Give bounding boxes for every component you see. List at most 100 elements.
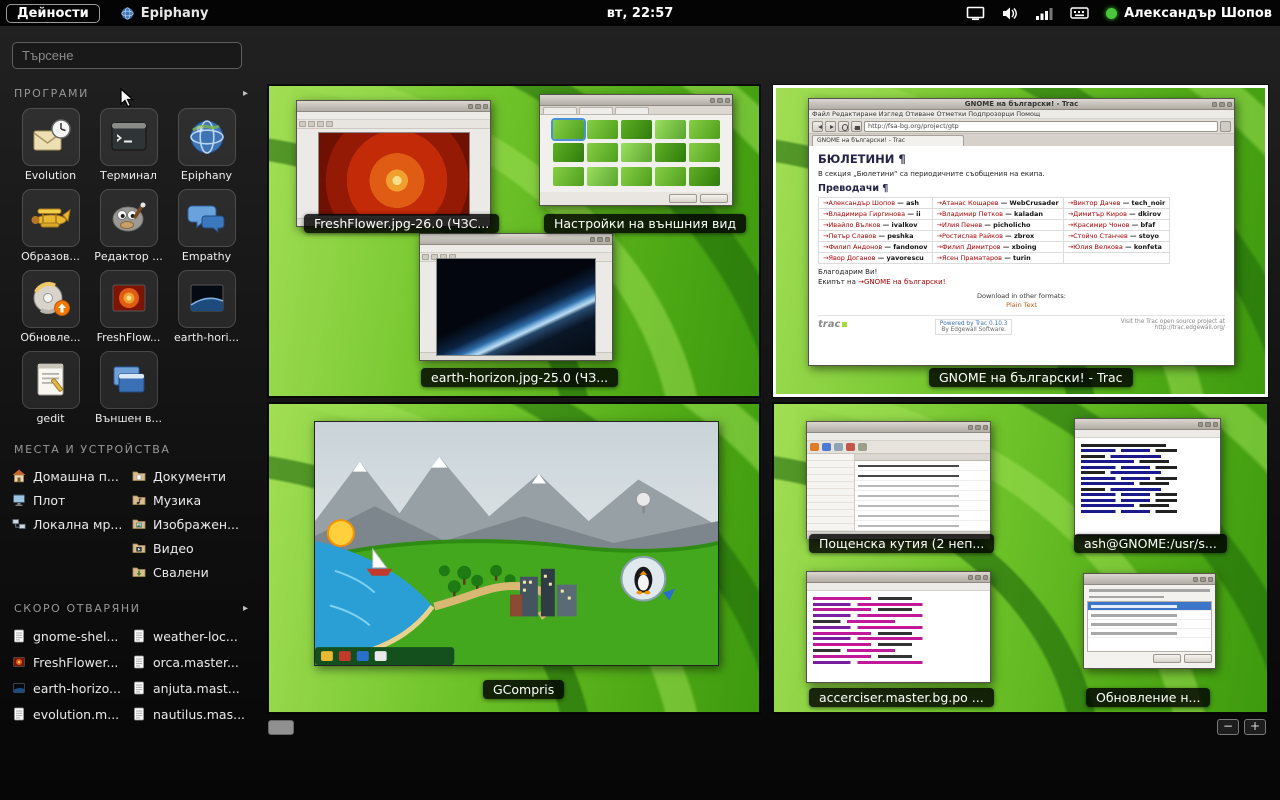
recent-header: СКОРО ОТВАРЯНИ ▸ — [14, 602, 248, 615]
trac-powered: Powered by Trac 0.10.3 By Edgewall Softw… — [935, 319, 1013, 335]
app-item-terminal[interactable]: Терминал — [90, 108, 167, 182]
workspace-controls: − + — [1217, 719, 1266, 735]
recent-item[interactable]: earth-horizo... — [12, 675, 128, 701]
workspace-remove-button[interactable]: − — [1217, 719, 1239, 735]
app-item-evolution[interactable]: Evolution — [12, 108, 89, 182]
workspace-4-thumbnail[interactable]: Пощенска кутия (2 неп... ash@GNOME:/usr/… — [773, 403, 1268, 713]
app-label: Редактор ... — [94, 250, 163, 263]
username: Александър Шопов — [1124, 6, 1272, 21]
app-item-software-update[interactable]: Обновле... — [12, 270, 89, 344]
app-menu-button[interactable]: Epiphany — [120, 6, 209, 21]
download-plaintext-link: Plain Text — [818, 301, 1225, 309]
text-file-icon — [132, 681, 146, 695]
documents-folder-icon — [132, 469, 146, 483]
recent-item[interactable]: evolution.m... — [12, 701, 128, 727]
app-item-earth-horizon[interactable]: earth-hori... — [168, 270, 245, 344]
recent-item[interactable]: nautilus.mas... — [132, 701, 252, 727]
translator-cell: →Димитър Киров — dkirov — [1063, 209, 1170, 220]
translator-cell: →Красимир Чонов — bfaf — [1063, 220, 1170, 231]
search-input[interactable] — [12, 42, 242, 69]
window-label-mail: Пощенска кутия (2 неп... — [809, 534, 994, 553]
workspace-indicator[interactable] — [268, 720, 294, 735]
recent-item[interactable]: orca.master... — [132, 649, 252, 675]
workspace-3-thumbnail[interactable]: GCompris — [268, 403, 760, 713]
translator-cell: →Ясен Праматаров — turin — [932, 253, 1063, 264]
place-item-home[interactable]: Домашна п... — [12, 464, 128, 488]
places-header: МЕСТА И УСТРОЙСТВА — [14, 443, 248, 456]
translator-cell: →Александър Шопов — ash — [819, 198, 933, 209]
window-appearance-preferences[interactable] — [539, 94, 733, 206]
window-label-trac: GNOME на български! - Trac — [929, 368, 1133, 387]
place-label: Домашна п... — [33, 469, 119, 484]
recent-item[interactable]: FreshFlower... — [12, 649, 128, 675]
volume-icon[interactable] — [1002, 6, 1019, 21]
app-item-appearance[interactable]: Външен в... — [90, 351, 167, 425]
recent-item[interactable]: anjuta.mast... — [132, 675, 252, 701]
recent-item[interactable]: weather-loc... — [132, 623, 252, 649]
app-item-education[interactable]: Образов... — [12, 189, 89, 263]
window-titlebar — [1075, 419, 1220, 430]
network-signal-icon[interactable] — [1036, 6, 1053, 21]
app-grid: Evolution Терминал Ep — [12, 108, 252, 425]
place-label: Документи — [153, 469, 226, 484]
app-item-image-editor[interactable]: Редактор ... — [90, 189, 167, 263]
window-software-update[interactable] — [1083, 573, 1216, 669]
window-eog-freshflower[interactable] — [296, 100, 491, 227]
window-gcompris[interactable] — [314, 421, 719, 666]
window-evolution-mail[interactable] — [806, 421, 991, 539]
recent-label: FreshFlower... — [33, 655, 118, 670]
dash-sidebar: ПРОГРАМИ ▸ Evolution — [0, 26, 260, 800]
videos-folder-icon — [132, 541, 146, 555]
window-eog-earth-horizon[interactable] — [419, 233, 613, 361]
browser-tabbar: GNOME на български! - Trac — [809, 134, 1234, 146]
place-item-music[interactable]: Музика — [132, 488, 252, 512]
window-terminal-ash[interactable] — [1074, 418, 1221, 536]
app-label: Empathy — [182, 250, 231, 263]
translator-cell: →Виктор Дачев — tech_noir — [1063, 198, 1170, 209]
user-menu-button[interactable]: Александър Шопов — [1106, 6, 1272, 21]
app-item-empathy[interactable]: Empathy — [168, 189, 245, 263]
recent-expander-icon[interactable]: ▸ — [243, 603, 248, 614]
workspace-1-thumbnail[interactable]: FreshFlower.jpg-26.0 (ЧЗС... Настройки н… — [268, 85, 760, 397]
back-icon — [812, 121, 823, 132]
app-item-freshflower[interactable]: FreshFlow... — [90, 270, 167, 344]
recent-item[interactable]: gnome-shel... — [12, 623, 128, 649]
image-editor-icon — [107, 196, 151, 240]
display-icon[interactable] — [966, 6, 985, 21]
evolution-icon — [29, 115, 73, 159]
app-item-epiphany[interactable]: Epiphany — [168, 108, 245, 182]
activities-button[interactable]: Дейности — [6, 4, 100, 23]
folder-pane — [807, 454, 855, 531]
update-dialog-body — [1084, 585, 1215, 668]
clock[interactable]: вт, 22:57 — [607, 6, 674, 21]
pictures-folder-icon — [132, 517, 146, 531]
places-header-label: МЕСТА И УСТРОЙСТВА — [14, 443, 170, 456]
programs-expander-icon[interactable]: ▸ — [243, 88, 248, 99]
terminal-icon — [107, 115, 151, 159]
flower-photo — [319, 133, 469, 215]
trac-intro: В секция „Бюлетини“ са периодичните съоб… — [818, 170, 1225, 178]
app-item-gedit[interactable]: gedit — [12, 351, 89, 425]
workspace-add-button[interactable]: + — [1244, 719, 1266, 735]
place-item-pictures[interactable]: Изображен... — [132, 512, 252, 536]
window-titlebar — [540, 95, 732, 106]
software-update-icon — [29, 277, 73, 321]
text-file-icon — [132, 629, 146, 643]
app-label: Образов... — [21, 250, 80, 263]
place-item-documents[interactable]: Документи — [132, 464, 252, 488]
window-label-update: Обновление н... — [1086, 688, 1210, 707]
place-item-downloads[interactable]: Свалени — [132, 560, 252, 584]
trac-visit: Visit the Trac open source project at ht… — [1100, 319, 1225, 331]
workspace-2-thumbnail-active[interactable]: GNOME на български! - Trac Файл Редактир… — [773, 85, 1268, 397]
place-item-network[interactable]: Локална мр... — [12, 512, 128, 536]
translator-cell: →Владимир Петков — kaladan — [932, 209, 1063, 220]
status-area: Александър Шопов — [966, 6, 1272, 21]
place-item-desktop[interactable]: Плот — [12, 488, 128, 512]
translator-cell: →Стойчо Станчев — stoyo — [1063, 231, 1170, 242]
trac-heading-bulletins: БЮЛЕТИНИ ¶ — [818, 152, 1225, 166]
place-label: Видео — [153, 541, 194, 556]
place-item-videos[interactable]: Видео — [132, 536, 252, 560]
window-browser-trac[interactable]: GNOME на български! - Trac Файл Редактир… — [808, 98, 1235, 366]
window-terminal-po-file[interactable] — [806, 571, 991, 683]
keyboard-icon[interactable] — [1070, 6, 1089, 20]
